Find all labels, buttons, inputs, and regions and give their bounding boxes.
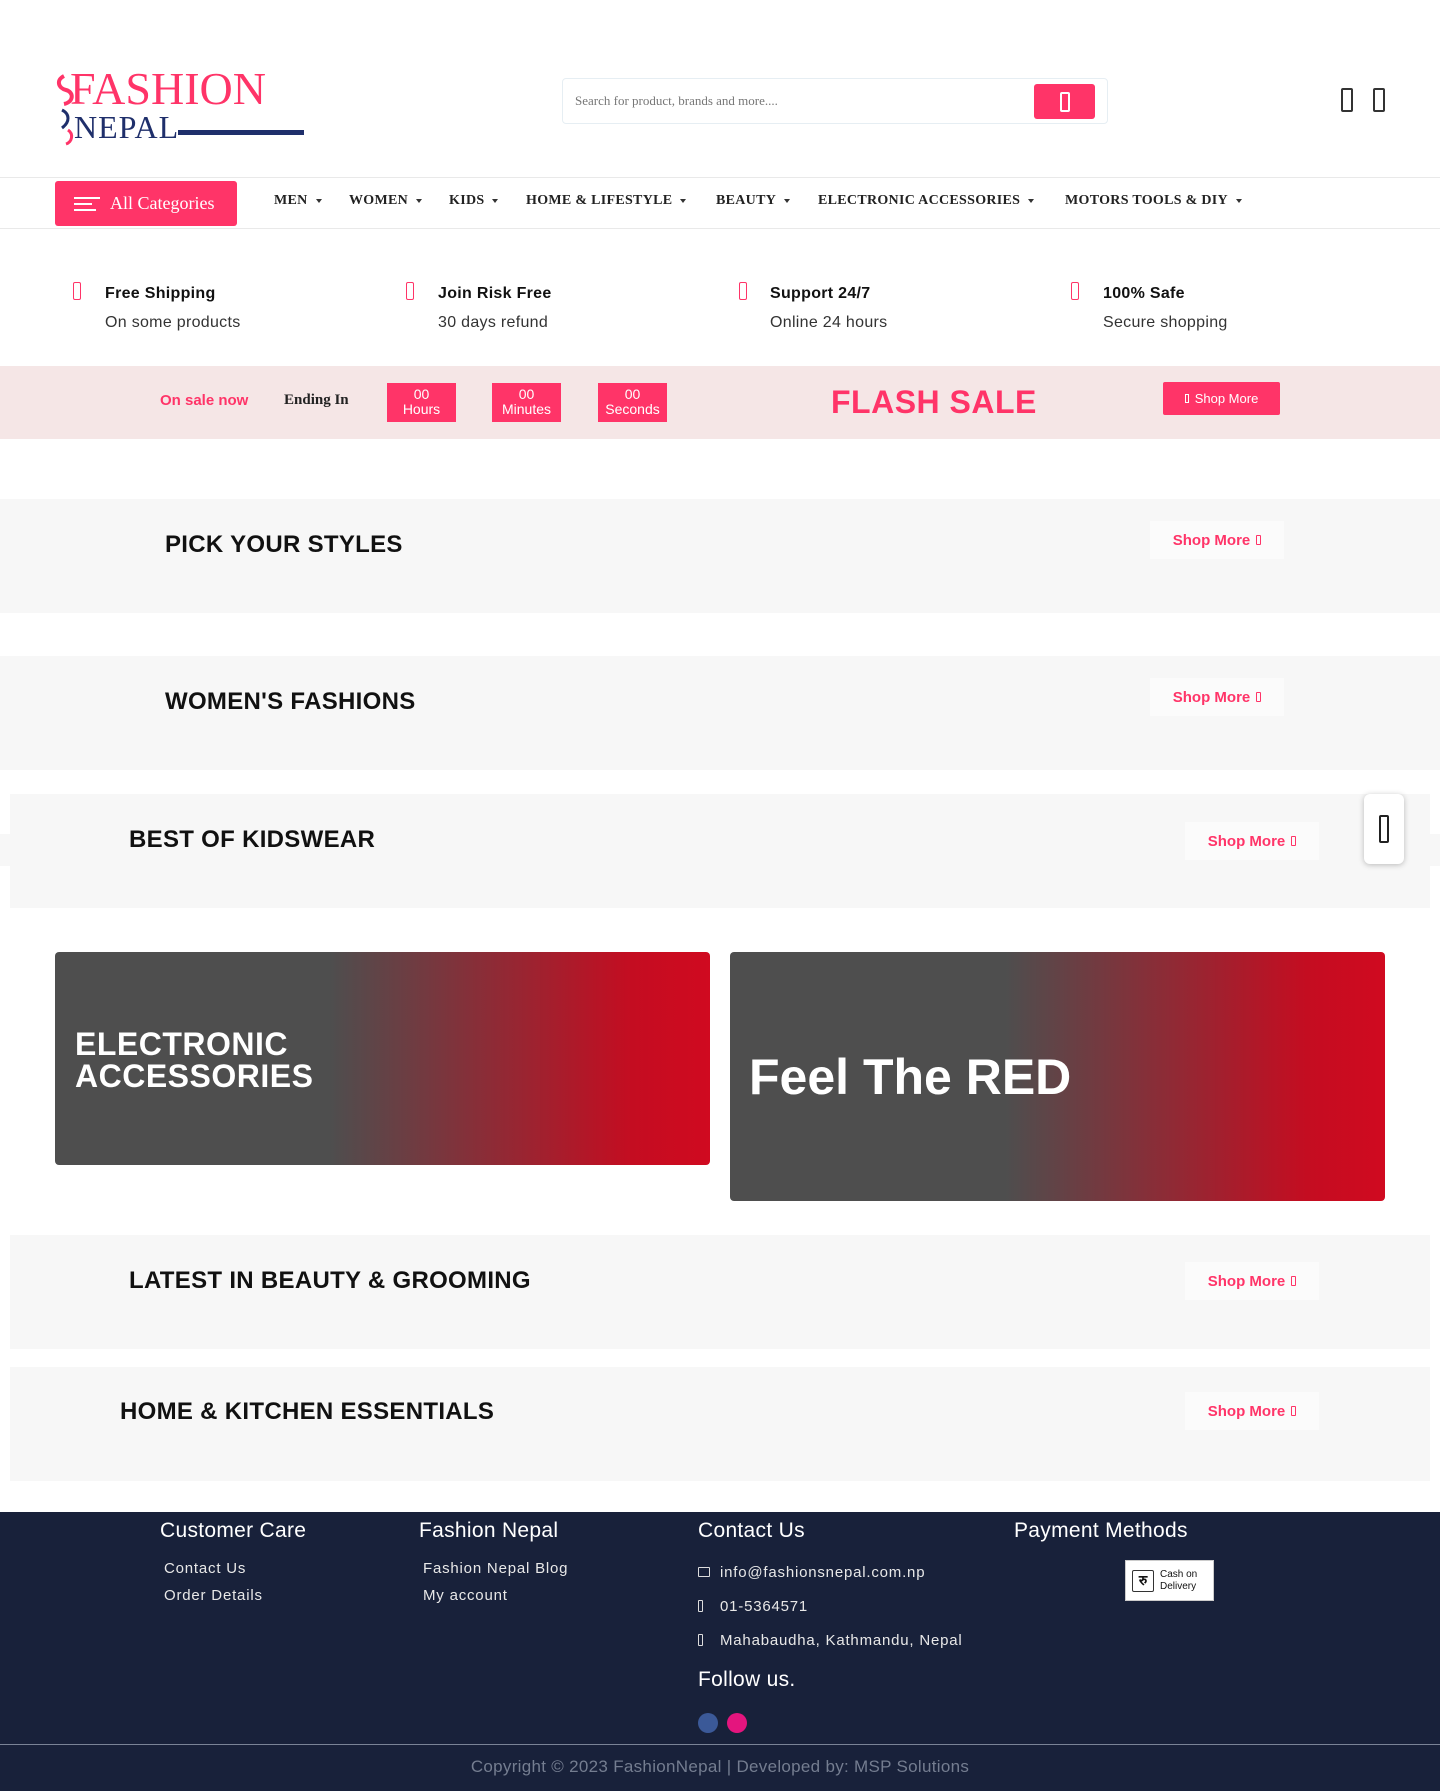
- shipping-icon: [73, 282, 81, 300]
- footer-link-contact-us[interactable]: Contact Us: [164, 1560, 246, 1577]
- footer-heading-fashion-nepal: Fashion Nepal: [419, 1519, 559, 1542]
- logo-text-top: FASHION: [70, 63, 266, 114]
- caret-down-icon: [492, 198, 499, 203]
- chevron-right-icon: [1379, 815, 1389, 843]
- logo-text-bottom: NEPAL: [74, 109, 179, 145]
- feature-subtitle: Secure shopping: [1103, 314, 1228, 331]
- copyright-text: Copyright © 2023 FashionNepal | Develope…: [470, 1757, 970, 1776]
- site-footer: [0, 1512, 1440, 1791]
- section-title: HOME & KITCHEN ESSENTIALS: [120, 1398, 495, 1425]
- footer-heading-contact: Contact Us: [698, 1519, 805, 1542]
- arrow-icon: [1291, 1276, 1297, 1286]
- footer-link-my-account[interactable]: My account: [423, 1587, 508, 1604]
- shop-more-button[interactable]: Shop More: [1185, 1392, 1319, 1430]
- tag-icon: [1184, 394, 1189, 403]
- nav-divider-bottom: [0, 228, 1440, 229]
- nav-item-beauty[interactable]: BEAUTY: [716, 193, 791, 209]
- section-title: PICK YOUR STYLES: [165, 531, 403, 558]
- cash-on-delivery-badge: रु Cash on Delivery: [1125, 1560, 1214, 1601]
- menu-icon: [74, 193, 100, 215]
- footer-link-blog[interactable]: Fashion Nepal Blog: [423, 1560, 568, 1577]
- caret-down-icon: [784, 198, 791, 203]
- shop-more-button[interactable]: Shop More: [1185, 1262, 1319, 1300]
- caret-down-icon: [1028, 198, 1035, 203]
- refund-icon: [406, 282, 414, 300]
- nav-item-women[interactable]: WOMEN: [349, 193, 423, 209]
- banner-title-line1: ELECTRONIC: [75, 1026, 288, 1062]
- shop-more-button[interactable]: Shop More: [1150, 521, 1284, 559]
- caret-down-icon: [416, 198, 423, 203]
- shop-more-button[interactable]: Shop More: [1185, 822, 1319, 860]
- nav-item-kids[interactable]: KIDS: [449, 193, 499, 209]
- search-icon: [1059, 91, 1070, 112]
- search-input[interactable]: [575, 79, 1045, 123]
- user-icon[interactable]: [1341, 88, 1353, 112]
- banner-title-line2: ACCESSORIES: [75, 1058, 314, 1094]
- nav-item-electronic-accessories[interactable]: ELECTRONIC ACCESSORIES: [818, 193, 1035, 209]
- ending-in-label: Ending In: [284, 392, 349, 408]
- footer-heading-customer-care: Customer Care: [160, 1519, 307, 1542]
- support-icon: [739, 282, 747, 300]
- caret-down-icon: [315, 198, 322, 203]
- all-categories-button[interactable]: All Categories: [55, 181, 237, 226]
- site-logo[interactable]: FASHION NEPAL: [54, 58, 306, 146]
- footer-follow-heading: Follow us.: [698, 1668, 796, 1691]
- banner-title: Feel The RED: [749, 1049, 1072, 1105]
- footer-email[interactable]: info@fashionsnepal.com.np: [720, 1564, 925, 1581]
- scroll-next-button[interactable]: [1364, 794, 1404, 864]
- location-icon: [698, 1634, 703, 1646]
- footer-divider: [0, 1744, 1440, 1745]
- nav-item-motors-tools-diy[interactable]: MOTORS TOOLS & DIY: [1065, 193, 1242, 209]
- search-bar: [562, 78, 1108, 124]
- instagram-icon[interactable]: [727, 1713, 747, 1733]
- search-button[interactable]: [1034, 84, 1095, 119]
- caret-down-icon: [1235, 198, 1242, 203]
- cart-icon[interactable]: [1373, 88, 1385, 112]
- electronic-accessories-banner[interactable]: ELECTRONIC ACCESSORIES: [55, 952, 710, 1165]
- arrow-icon: [1291, 836, 1297, 846]
- feature-title: Join Risk Free: [438, 285, 552, 302]
- feature-title: Support 24/7: [770, 285, 871, 302]
- section-title: WOMEN'S FASHIONS: [165, 688, 416, 715]
- section-title: BEST OF KIDSWEAR: [129, 826, 376, 853]
- feel-the-red-banner[interactable]: Feel The RED: [730, 952, 1385, 1201]
- feature-subtitle: On some products: [105, 314, 241, 331]
- countdown-hours: 00 Hours: [387, 383, 456, 422]
- flash-sale-title: FLASH SALE: [831, 384, 1037, 420]
- feature-title: 100% Safe: [1103, 285, 1185, 302]
- nav-item-men[interactable]: MEN: [274, 193, 322, 209]
- safe-icon: [1071, 282, 1079, 300]
- footer-address: Mahabaudha, Kathmandu, Nepal: [720, 1632, 963, 1649]
- shop-more-button[interactable]: Shop More: [1150, 678, 1284, 716]
- feature-title: Free Shipping: [105, 285, 216, 302]
- facebook-icon[interactable]: [698, 1713, 718, 1733]
- nav-divider-top: [0, 177, 1440, 178]
- footer-heading-payment: Payment Methods: [1014, 1519, 1188, 1542]
- on-sale-label: On sale now: [160, 392, 249, 409]
- arrow-icon: [1291, 1406, 1297, 1416]
- nav-item-home-lifestyle[interactable]: HOME & LIFESTYLE: [526, 193, 687, 209]
- footer-link-order-details[interactable]: Order Details: [164, 1587, 263, 1604]
- all-categories-label: All Categories: [110, 193, 215, 213]
- envelope-icon: [698, 1567, 710, 1577]
- rupee-icon: रु: [1132, 1569, 1154, 1592]
- phone-icon: [698, 1600, 703, 1612]
- flash-shop-more-button[interactable]: Shop More: [1163, 382, 1280, 415]
- countdown-minutes: 00 Minutes: [492, 383, 561, 422]
- feature-subtitle: 30 days refund: [438, 314, 549, 331]
- arrow-icon: [1256, 692, 1262, 702]
- feature-subtitle: Online 24 hours: [770, 314, 888, 331]
- arrow-icon: [1256, 535, 1262, 545]
- countdown-seconds: 00 Seconds: [598, 383, 667, 422]
- caret-down-icon: [680, 198, 687, 203]
- footer-phone[interactable]: 01-5364571: [720, 1598, 808, 1615]
- section-title: LATEST IN BEAUTY & GROOMING: [129, 1267, 531, 1294]
